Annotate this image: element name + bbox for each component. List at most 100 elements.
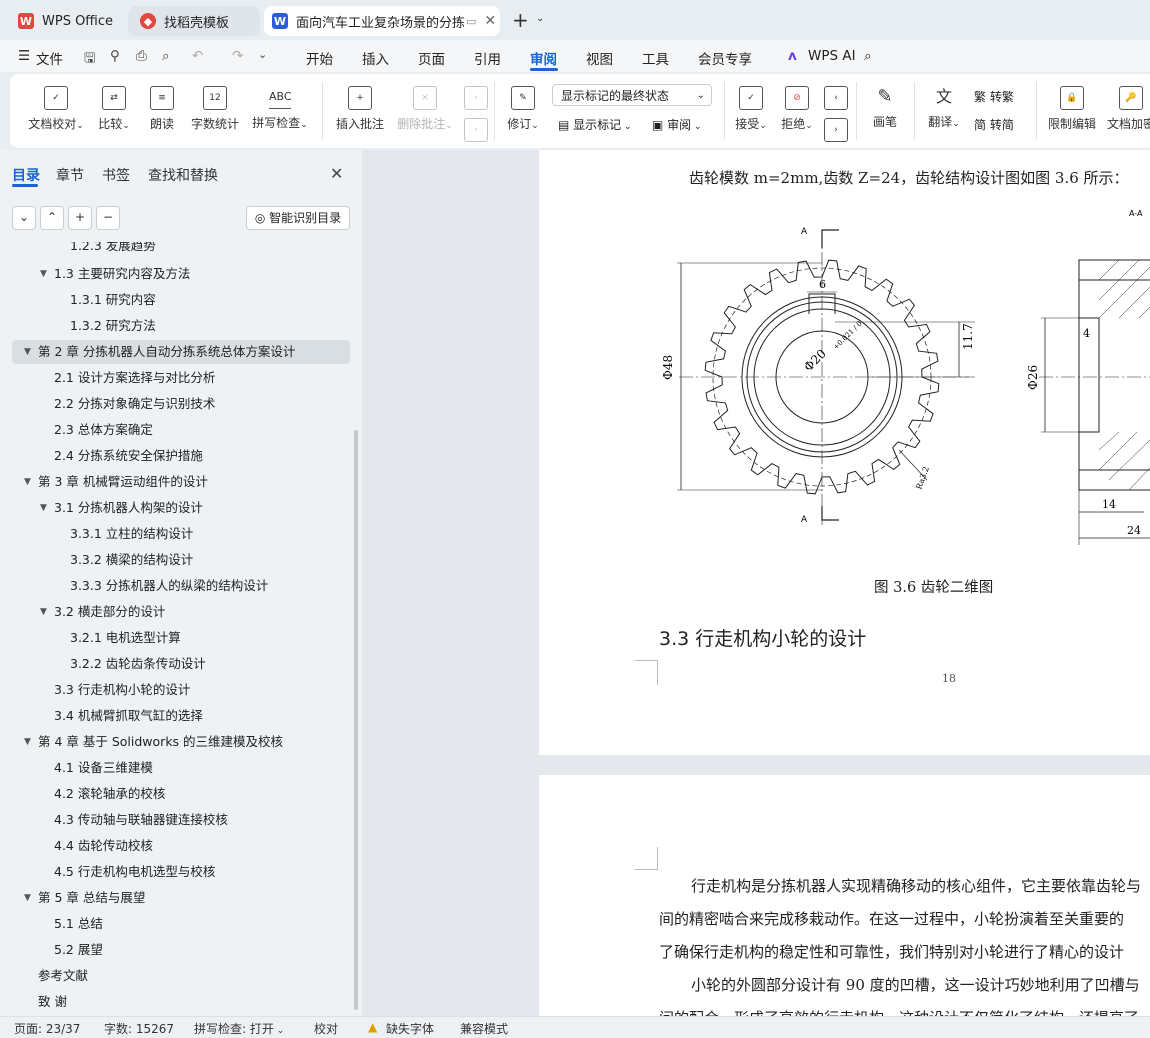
toc-item[interactable]: ▼ 3.1 分拣机器人构架的设计: [0, 496, 352, 520]
new-tab-icon[interactable]: +: [512, 8, 529, 32]
reject-button[interactable]: ⊘ 拒绝⌄: [778, 86, 816, 132]
restrict-edit-button[interactable]: 🔒 限制编辑: [1046, 86, 1098, 132]
tab-toc[interactable]: 目录: [12, 165, 40, 185]
spell-check-status[interactable]: 拼写检查: 打开 ⌄: [194, 1020, 284, 1037]
undo-icon[interactable]: ↶: [192, 48, 203, 64]
save-icon[interactable]: 🖫: [84, 48, 96, 71]
menu-tools[interactable]: 工具: [642, 48, 669, 68]
menu-member[interactable]: 会员专享: [698, 48, 752, 68]
delete-comment-button[interactable]: × 删除批注⌄: [394, 86, 456, 132]
to-traditional-button[interactable]: 繁 转繁: [974, 88, 1014, 105]
collapse-arrow-icon[interactable]: ▼: [40, 496, 47, 520]
print-icon[interactable]: ⎙: [136, 48, 147, 64]
toc-item[interactable]: 4.2 滚轮轴承的校核: [0, 782, 352, 806]
toc-item[interactable]: 1.3.2 研究方法: [0, 314, 352, 338]
collapse-arrow-icon[interactable]: ▼: [24, 470, 31, 494]
toc-item[interactable]: 2.1 设计方案选择与对比分析: [0, 366, 352, 390]
collapse-arrow-icon[interactable]: ▼: [24, 886, 31, 910]
page-indicator[interactable]: 页面: 23/37: [14, 1020, 80, 1037]
toc-item[interactable]: 致 谢: [0, 990, 352, 1014]
toc-item[interactable]: 4.1 设备三维建模: [0, 756, 352, 780]
menu-page[interactable]: 页面: [418, 48, 445, 68]
word-count-button[interactable]: 12 字数统计: [188, 86, 242, 132]
toc-item[interactable]: ▼ 1.3 主要研究内容及方法: [0, 262, 352, 286]
missing-font-button[interactable]: 缺失字体: [386, 1020, 434, 1037]
markup-state-select[interactable]: 显示标记的最终状态 ⌄: [552, 84, 712, 106]
collapse-arrow-icon[interactable]: ▼: [24, 340, 31, 364]
toc-item[interactable]: 5.1 总结: [0, 912, 352, 936]
tab-wps-office[interactable]: W WPS Office: [6, 6, 122, 36]
document-page[interactable]: 行走机构是分拣机器人实现精确移动的核心组件，它主要依靠齿轮与 间的精密啮合来完成…: [539, 775, 1150, 1016]
toc-item[interactable]: ▼ 第 3 章 机械臂运动组件的设计: [0, 470, 352, 494]
toc-item[interactable]: 3.2.2 齿轮齿条传动设计: [0, 652, 352, 676]
panel-scrollbar[interactable]: [354, 430, 358, 1010]
spell-check-button[interactable]: ABC 拼写检查⌄: [250, 86, 310, 131]
encrypt-button[interactable]: 🔑 文档加密: [1106, 86, 1150, 132]
redo-icon[interactable]: ↷: [232, 48, 243, 64]
menu-start[interactable]: 开始: [306, 48, 333, 68]
pen-button[interactable]: ✎ 画笔: [868, 86, 902, 130]
menu-insert[interactable]: 插入: [362, 48, 389, 68]
tab-sections[interactable]: 章节: [56, 165, 84, 185]
collapse-arrow-icon[interactable]: ▼: [40, 600, 47, 624]
menu-wps-ai[interactable]: WPS AI: [808, 48, 856, 64]
review-pane-button[interactable]: ▣ 审阅 ⌄: [652, 116, 702, 133]
tab-document[interactable]: W 面向汽车工业复杂场景的分拣机 ▭ ✕: [264, 6, 500, 36]
toc-item[interactable]: 1.2.3 发展趋势: [0, 242, 352, 258]
to-simplified-button[interactable]: 简 转简: [974, 116, 1014, 133]
toc-item[interactable]: 3.3.1 立柱的结构设计: [0, 522, 352, 546]
collapse-arrow-icon[interactable]: ▼: [24, 730, 31, 754]
collapse-all-button[interactable]: ⌄: [12, 206, 36, 230]
menu-review[interactable]: 审阅: [530, 48, 557, 68]
tab-find-replace[interactable]: 查找和替换: [148, 165, 218, 185]
toc-item[interactable]: 1.3.1 研究内容: [0, 288, 352, 312]
compare-button[interactable]: ⇄ 比较⌄: [94, 86, 134, 132]
toc-item[interactable]: ▼ 第 5 章 总结与展望: [0, 886, 352, 910]
remove-heading-button[interactable]: −: [96, 206, 120, 230]
collapse-arrow-icon[interactable]: ▼: [40, 262, 47, 286]
document-page[interactable]: 齿轮模数 m=2mm,齿数 Z=24，齿轮结构设计图如图 3.6 所示： Φ48…: [539, 150, 1150, 755]
accept-button[interactable]: ✓ 接受⌄: [732, 86, 770, 132]
close-tab-icon[interactable]: ✕: [484, 13, 496, 29]
proofread-button[interactable]: 校对: [314, 1020, 338, 1037]
word-count-indicator[interactable]: 字数: 15267: [104, 1020, 174, 1037]
tab-templates[interactable]: ◆ 找稻壳模板: [128, 6, 260, 36]
toc-item[interactable]: 3.3.2 横梁的结构设计: [0, 548, 352, 572]
toc-item[interactable]: 5.2 展望: [0, 938, 352, 962]
toc-item[interactable]: ▼ 第 4 章 基于 Solidworks 的三维建模及校核: [0, 730, 352, 754]
toc-item[interactable]: 4.5 行走机构电机选型与校核: [0, 860, 352, 884]
insert-comment-button[interactable]: + 插入批注: [334, 86, 386, 132]
menu-view[interactable]: 视图: [586, 48, 613, 68]
toc-item[interactable]: 参考文献: [0, 964, 352, 988]
translate-button[interactable]: 文 翻译⌄: [924, 86, 964, 130]
search-icon[interactable]: ⌕: [864, 48, 872, 64]
read-aloud-button[interactable]: ≡ 朗读: [146, 86, 178, 132]
toc-item[interactable]: 4.4 齿轮传动校核: [0, 834, 352, 858]
toc-item[interactable]: 3.3 行走机构小轮的设计: [0, 678, 352, 702]
toc-item[interactable]: 3.4 机械臂抓取气缸的选择: [0, 704, 352, 728]
revise-button[interactable]: ✎ 修订⌄: [504, 86, 542, 132]
doc-check-button[interactable]: ✓ 文档校对⌄: [26, 86, 86, 132]
close-panel-icon[interactable]: ✕: [330, 164, 343, 183]
tab-bookmarks[interactable]: 书签: [102, 165, 130, 185]
expand-up-button[interactable]: ⌃: [40, 206, 64, 230]
toc-item[interactable]: ▼ 3.2 横走部分的设计: [0, 600, 352, 624]
menu-file[interactable]: 文件: [36, 48, 63, 68]
smart-toc-button[interactable]: ◎ 智能识别目录: [246, 206, 350, 230]
toc-item[interactable]: 3.2.1 电机选型计算: [0, 626, 352, 650]
toc-item-selected[interactable]: ▼ 第 2 章 分拣机器人自动分拣系统总体方案设计: [12, 340, 350, 364]
print-preview-icon[interactable]: ⌕: [162, 48, 170, 64]
hamburger-icon[interactable]: ☰: [18, 48, 30, 64]
toc-item[interactable]: 3.3.3 分拣机器人的纵梁的结构设计: [0, 574, 352, 598]
toc-item[interactable]: 2.3 总体方案确定: [0, 418, 352, 442]
link-icon[interactable]: ⚲: [110, 48, 120, 64]
toc-item[interactable]: 4.3 传动轴与联轴器键连接校核: [0, 808, 352, 832]
toc-item[interactable]: 2.2 分拣对象确定与识别技术: [0, 392, 352, 416]
more-icon[interactable]: ⌄: [258, 48, 267, 61]
prev-comment-button[interactable]: ‹ ›: [464, 86, 488, 147]
toc-item[interactable]: 2.4 分拣系统安全保护措施: [0, 444, 352, 468]
prev-change-button[interactable]: ‹ ›: [824, 86, 848, 147]
menu-reference[interactable]: 引用: [474, 48, 501, 68]
add-heading-button[interactable]: +: [68, 206, 92, 230]
chevron-down-icon[interactable]: ⌄: [536, 13, 544, 24]
